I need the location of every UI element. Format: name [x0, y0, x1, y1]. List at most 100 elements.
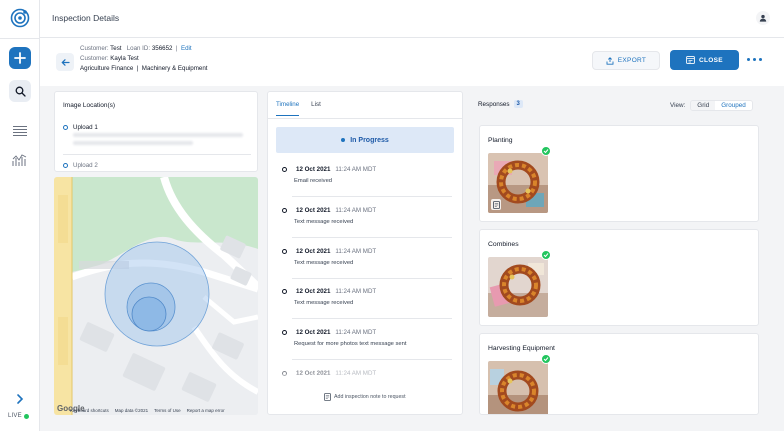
close-label: CLOSE: [699, 56, 723, 64]
tab-timeline[interactable]: Timeline: [276, 101, 300, 116]
customer2-label: Customer:: [80, 55, 109, 62]
live-indicator: LIVE: [8, 413, 29, 419]
status-dot-icon: [341, 138, 346, 142]
upload-item-2[interactable]: Upload 2: [63, 162, 98, 169]
response-group-card: Harvesting Equipment: [479, 333, 759, 415]
report-map-error-link[interactable]: Report a map error: [187, 408, 225, 413]
timeline-event: 12 Oct 2021 11:24 AM MDT Email received: [282, 166, 452, 197]
terms-link[interactable]: Terms of Use: [154, 408, 181, 413]
wreath-photo: [488, 257, 548, 317]
add-note-label: Add inspection note to request: [334, 394, 406, 400]
wreath-photo: [488, 361, 548, 414]
event-text: Request for more photos text message sen…: [294, 341, 407, 347]
response-photo[interactable]: [488, 361, 548, 414]
responses-header: Responses 3: [478, 100, 523, 108]
group-title: Harvesting Equipment: [488, 345, 555, 352]
event-text: Text message received: [294, 219, 354, 225]
edit-link[interactable]: Edit: [181, 45, 192, 52]
loan-id-value: 356652: [151, 45, 173, 52]
close-inspection-icon: [686, 56, 695, 64]
inspection-meta: Customer: Test Loan ID: 356652 | Edit Cu…: [80, 45, 208, 72]
view-grid-option[interactable]: Grid: [691, 101, 716, 110]
verified-check-icon: [541, 250, 551, 260]
verified-check-icon: [541, 146, 551, 156]
close-button[interactable]: CLOSE: [670, 50, 739, 70]
upload-marker-icon: [63, 162, 68, 168]
event-time: 11:24 AM MDT: [335, 288, 377, 295]
tab-divider: [268, 118, 462, 119]
page-title: Inspection Details: [52, 13, 120, 23]
live-label: LIVE: [8, 413, 22, 419]
timeline-event: 12 Oct 2021 11:24 AM MDT Text message rec…: [282, 248, 452, 279]
response-photo[interactable]: [488, 257, 548, 317]
export-label: EXPORT: [617, 57, 647, 64]
search-icon: [15, 86, 26, 97]
upload-marker-icon: [63, 124, 68, 130]
event-time: 11:24 AM MDT: [335, 248, 377, 255]
event-bullet-icon: [282, 330, 287, 335]
customer-label: Customer:: [80, 45, 109, 52]
view-grouped-option[interactable]: Grouped: [715, 101, 752, 110]
app-logo-icon[interactable]: [10, 8, 30, 28]
customer2-value: Kayla Test: [110, 55, 139, 62]
loan-id-label: Loan ID:: [126, 45, 151, 52]
response-group-card: Combines: [479, 229, 759, 326]
list-icon[interactable]: [12, 125, 28, 137]
note-badge-icon: [491, 199, 501, 210]
view-label: View:: [670, 102, 686, 109]
upload-label: Upload 1: [73, 124, 98, 131]
add-button[interactable]: [9, 47, 31, 69]
event-time: 11:24 AM MDT: [335, 207, 377, 214]
map-data-label: Map data ©2021: [114, 408, 149, 413]
event-bullet-icon: [282, 167, 287, 172]
verified-check-icon: [541, 354, 551, 364]
divider: [292, 196, 452, 197]
group-title: Combines: [488, 241, 519, 248]
upload-item-1[interactable]: Upload 1: [63, 124, 98, 131]
event-date: 12 Oct 2021: [296, 207, 331, 214]
map-canvas[interactable]: [54, 177, 258, 415]
upload-label: Upload 2: [73, 162, 98, 169]
timeline-panel: Timeline List In Progress 12 Oct 2021 11:…: [267, 91, 463, 415]
user-menu-button[interactable]: [756, 11, 770, 25]
user-icon: [759, 14, 767, 22]
search-button[interactable]: [9, 80, 31, 102]
export-icon: [606, 56, 614, 65]
map-attribution: Keyboard shortcuts Map data ©2021 Terms …: [70, 408, 225, 413]
event-text: Text message received: [294, 300, 354, 306]
timeline-tabs: Timeline List: [276, 101, 321, 116]
event-bullet-icon: [282, 289, 287, 294]
analytics-icon[interactable]: [12, 153, 28, 167]
location-map[interactable]: Google Keyboard shortcuts Map data ©2021…: [54, 177, 258, 415]
rail-divider: [0, 38, 40, 39]
view-toggle: View: Grid Grouped: [670, 100, 753, 111]
event-bullet-icon: [282, 208, 287, 213]
divider: [292, 278, 452, 279]
event-text: Email received: [294, 178, 333, 184]
more-options-icon[interactable]: [747, 58, 762, 61]
live-dot-icon: [23, 413, 29, 419]
export-button[interactable]: EXPORT: [592, 51, 660, 70]
back-button[interactable]: [56, 53, 74, 71]
inspection-header: Customer: Test Loan ID: 356652 | Edit Cu…: [40, 38, 784, 86]
add-note-button[interactable]: Add inspection note to request: [324, 393, 406, 401]
image-location-panel: Image Location(s) Upload 1 Upload 2: [54, 91, 258, 172]
event-time: 11:24 AM MDT: [335, 166, 377, 173]
scroll-fade: [268, 374, 462, 392]
event-date: 12 Oct 2021: [296, 166, 331, 173]
top-bar: Inspection Details: [40, 0, 784, 38]
expand-chevron-icon[interactable]: [14, 393, 26, 405]
timeline-event: 12 Oct 2021 11:24 AM MDT Request for more…: [282, 329, 452, 360]
event-text: Text message received: [294, 260, 354, 266]
plus-icon: [14, 52, 26, 64]
event-time: 11:24 AM MDT: [335, 329, 377, 336]
divider: [63, 154, 251, 155]
timeline-event: 12 Oct 2021 11:24 AM MDT Text message rec…: [282, 288, 452, 319]
customer-value: Test: [110, 45, 122, 52]
keyboard-shortcuts-link[interactable]: Keyboard shortcuts: [70, 408, 109, 413]
tab-list[interactable]: List: [311, 101, 321, 116]
left-rail: LIVE: [0, 0, 40, 431]
event-bullet-icon: [282, 249, 287, 254]
image-location-title: Image Location(s): [63, 102, 116, 109]
response-group-card: Planting: [479, 125, 759, 222]
